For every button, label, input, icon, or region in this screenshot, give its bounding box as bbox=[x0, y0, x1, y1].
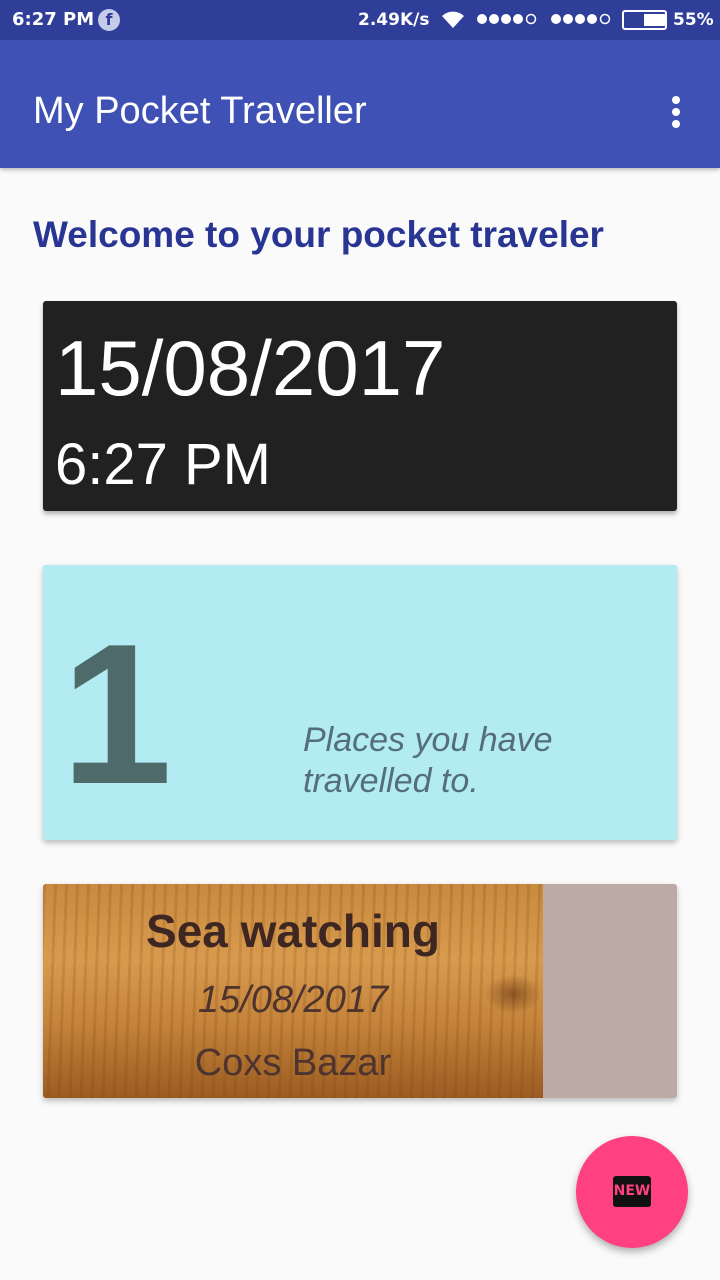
battery-percent: 55% bbox=[673, 10, 714, 30]
signal-strength-icon bbox=[551, 13, 611, 25]
trip-title: Sea watching bbox=[146, 905, 440, 957]
wifi-icon bbox=[442, 11, 464, 28]
places-count-card[interactable]: 1 Places you have travelled to. bbox=[43, 565, 677, 840]
overflow-menu-icon[interactable] bbox=[660, 92, 692, 132]
current-date: 15/08/2017 bbox=[55, 324, 446, 412]
trip-card[interactable]: Sea watching 15/08/2017 Coxs Bazar bbox=[43, 884, 677, 1098]
status-bar: 6:27 PM f 2.49K/s 55% bbox=[0, 0, 720, 40]
new-trip-fab[interactable]: NEW bbox=[576, 1136, 688, 1248]
date-time-card: 15/08/2017 6:27 PM bbox=[43, 301, 677, 511]
places-count-label: Places you have travelled to. bbox=[303, 721, 553, 800]
current-time: 6:27 PM bbox=[55, 432, 271, 497]
new-badge-icon: NEW bbox=[613, 1176, 651, 1207]
status-time: 6:27 PM bbox=[12, 9, 95, 30]
signal-strength-icon bbox=[477, 13, 537, 25]
battery-icon bbox=[622, 10, 667, 30]
app-title: My Pocket Traveller bbox=[33, 90, 367, 132]
network-speed: 2.49K/s bbox=[358, 10, 430, 30]
trip-date: 15/08/2017 bbox=[197, 979, 389, 1021]
trip-place: Coxs Bazar bbox=[194, 1042, 392, 1084]
welcome-heading: Welcome to your pocket traveler bbox=[33, 214, 604, 255]
places-count: 1 bbox=[61, 603, 173, 826]
app-bar: My Pocket Traveller bbox=[0, 40, 720, 168]
facebook-icon: f bbox=[98, 9, 120, 31]
